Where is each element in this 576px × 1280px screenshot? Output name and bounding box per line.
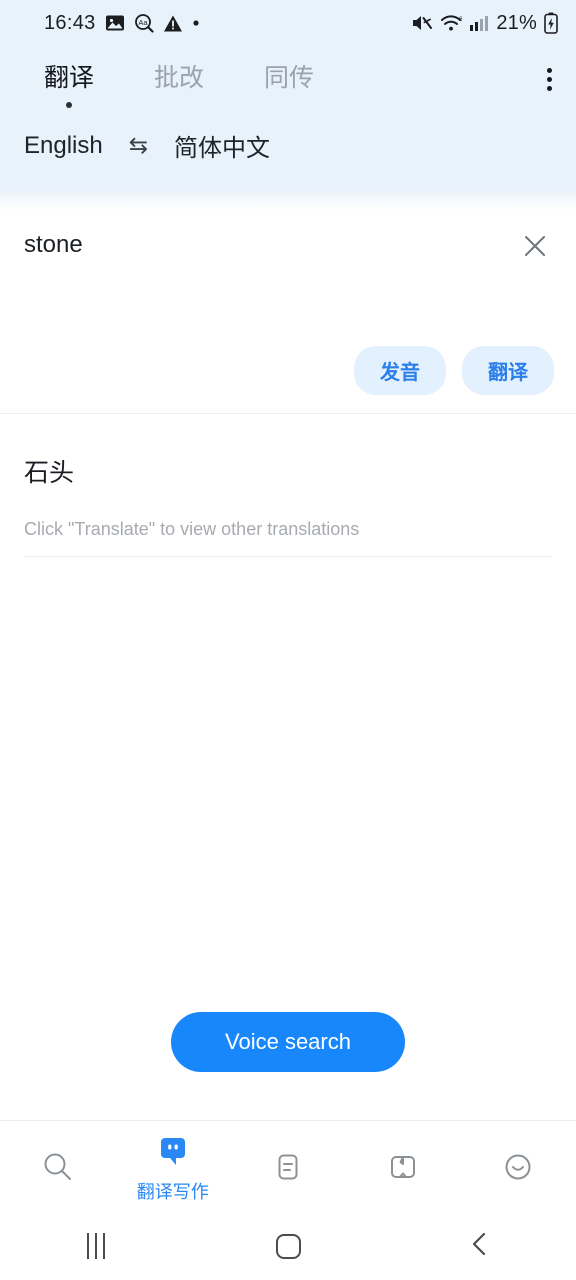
tab-correction[interactable]: 批改	[154, 58, 204, 112]
svg-text:Aa: Aa	[138, 18, 148, 27]
target-language[interactable]: 简体中文	[174, 128, 270, 163]
smiley-icon	[500, 1145, 536, 1189]
voice-search-button[interactable]: Voice search	[171, 1012, 405, 1072]
tab-simultaneous[interactable]: 同传	[264, 58, 314, 112]
search-icon	[40, 1145, 76, 1189]
nav-item-profile[interactable]	[461, 1121, 576, 1212]
battery-percent: 21%	[496, 11, 537, 34]
header-gradient	[0, 189, 576, 211]
nav-item-translate-write-label: 翻译写作	[136, 1181, 209, 1202]
mute-icon	[411, 13, 433, 33]
clear-icon[interactable]	[518, 229, 552, 263]
tab-bar: 翻译 批改 同传	[44, 58, 314, 112]
tab-correction-label: 批改	[154, 64, 205, 92]
chat-bubble-icon	[154, 1130, 192, 1174]
back-button[interactable]	[384, 1230, 576, 1263]
nav-item-dictionary[interactable]	[346, 1121, 461, 1212]
action-pill-row: 发音 翻译	[354, 346, 554, 395]
image-icon	[105, 13, 125, 33]
android-navigation-bar	[0, 1212, 576, 1280]
cellular-signal-icon	[469, 14, 489, 32]
nav-item-translate-write[interactable]: 翻译写作	[115, 1121, 230, 1212]
source-text-input[interactable]: stone	[24, 229, 518, 260]
phone-screen: 16:43 Aa 6 21% 翻译 批改 同传 English ⇆ 简体中文 s…	[0, 0, 576, 1280]
home-button[interactable]	[192, 1233, 384, 1259]
warning-icon	[163, 14, 183, 33]
dot-icon	[192, 19, 200, 27]
home-icon	[275, 1233, 301, 1259]
source-language[interactable]: English	[24, 132, 103, 160]
bottom-navigation: 翻译写作	[0, 1120, 576, 1212]
recent-apps-icon	[87, 1233, 105, 1259]
nav-item-document[interactable]	[230, 1121, 345, 1212]
language-selector-bar: English ⇆ 简体中文	[0, 118, 576, 189]
svg-text:6: 6	[459, 16, 462, 23]
status-bar-right: 6 21%	[411, 12, 558, 35]
swap-languages-icon[interactable]: ⇆	[125, 132, 152, 159]
app-header: 翻译 批改 同传	[0, 46, 576, 118]
translation-hint: Click "Translate" to view other translat…	[24, 519, 360, 540]
translation-result: 石头	[24, 459, 75, 487]
text-search-icon: Aa	[134, 13, 154, 33]
book-icon	[385, 1145, 421, 1189]
wifi-icon: 6	[440, 13, 463, 33]
nav-item-search[interactable]	[0, 1121, 115, 1212]
overflow-menu-icon[interactable]	[541, 58, 558, 101]
input-row: stone	[24, 229, 552, 263]
back-icon	[467, 1230, 493, 1263]
status-bar-left: 16:43 Aa	[44, 12, 200, 35]
tab-translate[interactable]: 翻译	[44, 58, 94, 112]
result-section: 石头 Click "Translate" to view other trans…	[0, 414, 576, 558]
status-bar: 16:43 Aa 6 21%	[0, 0, 576, 46]
tab-simultaneous-label: 同传	[264, 64, 315, 92]
recent-apps-button[interactable]	[0, 1233, 192, 1259]
tab-translate-label: 翻译	[44, 64, 95, 92]
content-spacer	[0, 557, 576, 1012]
pronounce-button[interactable]: 发音	[354, 346, 446, 395]
voice-search-area: Voice search	[0, 1012, 576, 1120]
battery-icon	[544, 12, 558, 34]
input-card: stone 发音 翻译	[0, 211, 576, 413]
translate-button[interactable]: 翻译	[462, 346, 554, 395]
document-icon	[270, 1145, 306, 1189]
status-time: 16:43	[44, 11, 96, 34]
